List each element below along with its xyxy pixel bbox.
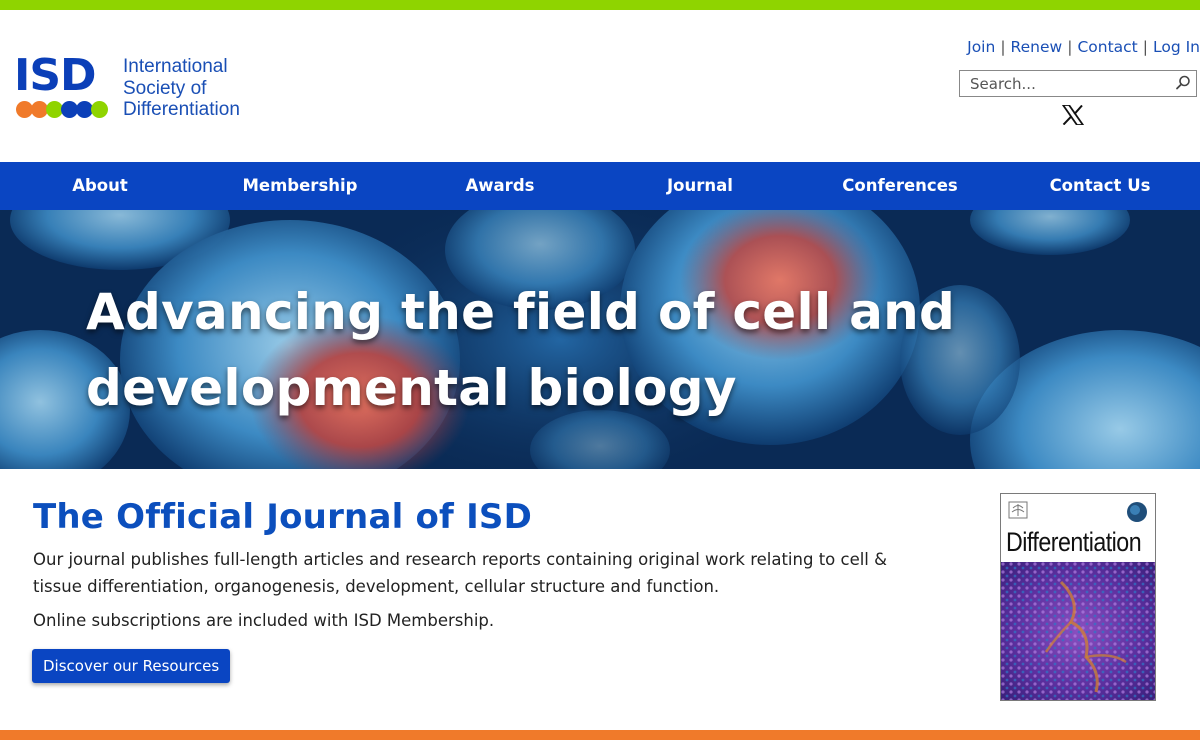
cover-microscopy-art [1001,562,1155,700]
separator: | [1067,38,1073,56]
bottom-accent-stripe [0,730,1200,740]
nav-item-contact-us[interactable]: Contact Us [1000,162,1200,210]
logo-society-name: International Society of Differentiation [123,56,240,121]
log-in-link[interactable]: Log In [1153,38,1200,56]
cover-header: Differentiation [1001,494,1155,562]
main-nav: About Membership Awards Journal Conferen… [0,162,1200,210]
logo-acronym: ISD [14,50,97,101]
discover-resources-button[interactable]: Discover our Resources [32,649,231,683]
nav-item-membership[interactable]: Membership [200,162,400,210]
renew-link[interactable]: Renew [1011,38,1063,56]
utility-nav: Join | Renew | Contact | Log In [967,38,1200,56]
subscription-note: Online subscriptions are included with I… [33,611,495,630]
logo-dot [91,101,108,118]
contact-link[interactable]: Contact [1077,38,1137,56]
journal-section: The Official Journal of ISD Our journal … [0,469,1200,730]
isd-logo[interactable]: ISD International Society of Differentia… [14,54,274,124]
top-accent-stripe [0,0,1200,10]
logo-name-line: Differentiation [123,99,240,120]
search-input[interactable] [960,71,1165,96]
search-icon[interactable] [1174,74,1192,92]
hero-banner: Advancing the field of cell and developm… [0,210,1200,469]
nav-item-about[interactable]: About [0,162,200,210]
hero-title: Advancing the field of cell and developm… [86,283,956,417]
nav-item-awards[interactable]: Awards [400,162,600,210]
logo-name-line: International [123,56,228,77]
journal-section-title: The Official Journal of ISD [33,497,533,537]
separator: | [1142,38,1148,56]
x-twitter-icon[interactable] [1062,105,1084,125]
nav-item-conferences[interactable]: Conferences [800,162,1000,210]
cover-title: Differentiation [1006,527,1142,557]
logo-dots [16,101,108,118]
join-link[interactable]: Join [967,38,995,56]
journal-cover-image[interactable]: Differentiation [1000,493,1156,701]
elsevier-logo [1008,501,1028,519]
search-box [959,70,1197,97]
globe-icon [1127,502,1147,522]
site-header: ISD International Society of Differentia… [0,10,1200,162]
separator: | [1000,38,1006,56]
journal-description: Our journal publishes full-length articl… [33,550,888,596]
logo-name-line: Society of [123,77,207,99]
nav-item-journal[interactable]: Journal [600,162,800,210]
